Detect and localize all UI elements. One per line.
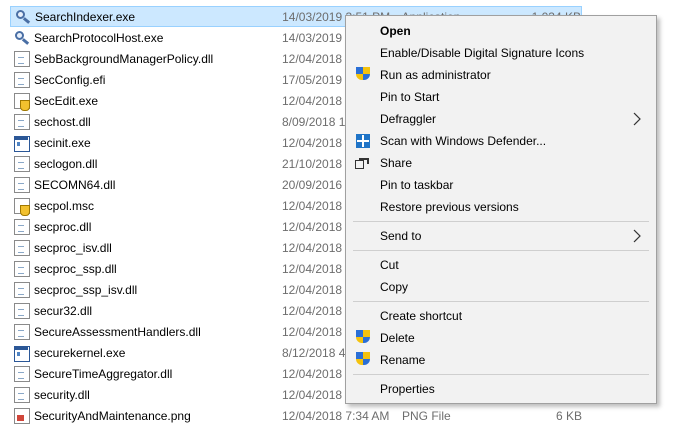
menu-item-pin-to-start[interactable]: Pin to Start — [348, 86, 654, 108]
menu-item-label: Copy — [380, 280, 409, 294]
dll-icon — [14, 155, 30, 172]
dll-icon — [14, 386, 30, 403]
dll-icon — [14, 365, 30, 382]
shield-file-icon — [14, 92, 30, 111]
menu-separator — [353, 250, 649, 251]
menu-item-label: Pin to Start — [380, 90, 440, 104]
menu-item-label: Scan with Windows Defender... — [380, 134, 547, 148]
file-icon — [14, 71, 30, 88]
menu-item-label: Delete — [380, 331, 415, 345]
menu-item-label: Run as administrator — [380, 68, 491, 82]
chevron-right-icon — [630, 228, 644, 244]
file-date: 12/04/2018 7:34 AM — [282, 408, 390, 423]
file-name: SearchProtocolHost.exe — [34, 30, 164, 45]
file-name: securekernel.exe — [34, 345, 126, 360]
menu-item-restore-previous-versions[interactable]: Restore previous versions — [348, 196, 654, 218]
menu-item-label: Share — [380, 156, 413, 170]
menu-item-create-shortcut[interactable]: Create shortcut — [348, 305, 654, 327]
menu-item-label: Restore previous versions — [380, 200, 519, 214]
dll-icon — [14, 218, 30, 235]
file-name: secproc.dll — [34, 219, 92, 234]
uac-shield-icon — [355, 352, 371, 368]
file-name: SecurityAndMaintenance.png — [34, 408, 191, 423]
chevron-right-icon — [630, 111, 644, 127]
file-name: SecureTimeAggregator.dll — [34, 366, 173, 381]
uac-shield-icon — [355, 67, 371, 83]
file-name: secproc_isv.dll — [34, 240, 112, 255]
file-name: SecureAssessmentHandlers.dll — [34, 324, 201, 339]
file-name: SECOMN64.dll — [34, 177, 116, 192]
defender-icon — [355, 133, 371, 149]
uac-shield-icon — [355, 330, 371, 346]
menu-separator — [353, 221, 649, 222]
dll-icon — [14, 302, 30, 319]
search-exe-icon — [14, 30, 30, 46]
menu-item-label: Create shortcut — [380, 309, 463, 323]
file-name: sechost.dll — [34, 114, 91, 129]
file-type: PNG File — [402, 408, 451, 423]
menu-item-label: Open — [380, 24, 411, 38]
menu-item-label: Cut — [380, 258, 399, 272]
file-name: SearchIndexer.exe — [35, 9, 136, 24]
file-name: secpol.msc — [34, 198, 95, 213]
exe-icon — [14, 345, 30, 362]
file-name: secinit.exe — [34, 135, 91, 150]
shield-file-icon — [14, 197, 30, 216]
file-name: SebBackgroundManagerPolicy.dll — [34, 51, 214, 66]
dll-icon — [14, 239, 30, 256]
file-row[interactable]: SecurityAndMaintenance.png 12/04/2018 7:3… — [10, 405, 582, 426]
menu-item-enable-disable-digital-signature-icons[interactable]: Enable/Disable Digital Signature Icons — [348, 42, 654, 64]
menu-item-cut[interactable]: Cut — [348, 254, 654, 276]
menu-item-rename[interactable]: Rename — [348, 349, 654, 371]
dll-icon — [14, 323, 30, 340]
dll-icon — [14, 113, 30, 130]
menu-item-share[interactable]: Share — [348, 152, 654, 174]
menu-item-label: Rename — [380, 353, 426, 367]
file-size: 6 KB — [555, 408, 582, 423]
exe-icon — [14, 135, 30, 152]
menu-item-label: Properties — [380, 382, 435, 396]
menu-item-label: Pin to taskbar — [380, 178, 454, 192]
file-name: secproc_ssp.dll — [34, 261, 117, 276]
menu-item-properties[interactable]: Properties — [348, 378, 654, 400]
context-menu: Open Enable/Disable Digital Signature Ico… — [345, 15, 657, 404]
file-name: SecEdit.exe — [34, 93, 99, 108]
menu-item-copy[interactable]: Copy — [348, 276, 654, 298]
file-name: security.dll — [34, 387, 90, 402]
menu-item-pin-to-taskbar[interactable]: Pin to taskbar — [348, 174, 654, 196]
dll-icon — [14, 50, 30, 67]
menu-separator — [353, 301, 649, 302]
menu-item-label: Defraggler — [380, 112, 437, 126]
menu-item-open[interactable]: Open — [348, 20, 654, 42]
file-name: secproc_ssp_isv.dll — [34, 282, 138, 297]
menu-item-defraggler[interactable]: Defraggler — [348, 108, 654, 130]
menu-item-delete[interactable]: Delete — [348, 327, 654, 349]
file-name: secur32.dll — [34, 303, 93, 318]
menu-item-scan-with-windows-defender[interactable]: Scan with Windows Defender... — [348, 130, 654, 152]
file-name: SecConfig.efi — [34, 72, 106, 87]
share-icon — [355, 155, 371, 171]
dll-icon — [14, 176, 30, 193]
dll-icon — [14, 260, 30, 277]
dll-icon — [14, 281, 30, 298]
menu-item-label: Enable/Disable Digital Signature Icons — [380, 46, 585, 60]
menu-separator — [353, 374, 649, 375]
png-icon — [14, 407, 30, 424]
file-name: seclogon.dll — [34, 156, 98, 171]
menu-item-run-as-administrator[interactable]: Run as administrator — [348, 64, 654, 86]
menu-item-send-to[interactable]: Send to — [348, 225, 654, 247]
menu-item-label: Send to — [380, 229, 422, 243]
search-exe-icon — [15, 9, 31, 25]
